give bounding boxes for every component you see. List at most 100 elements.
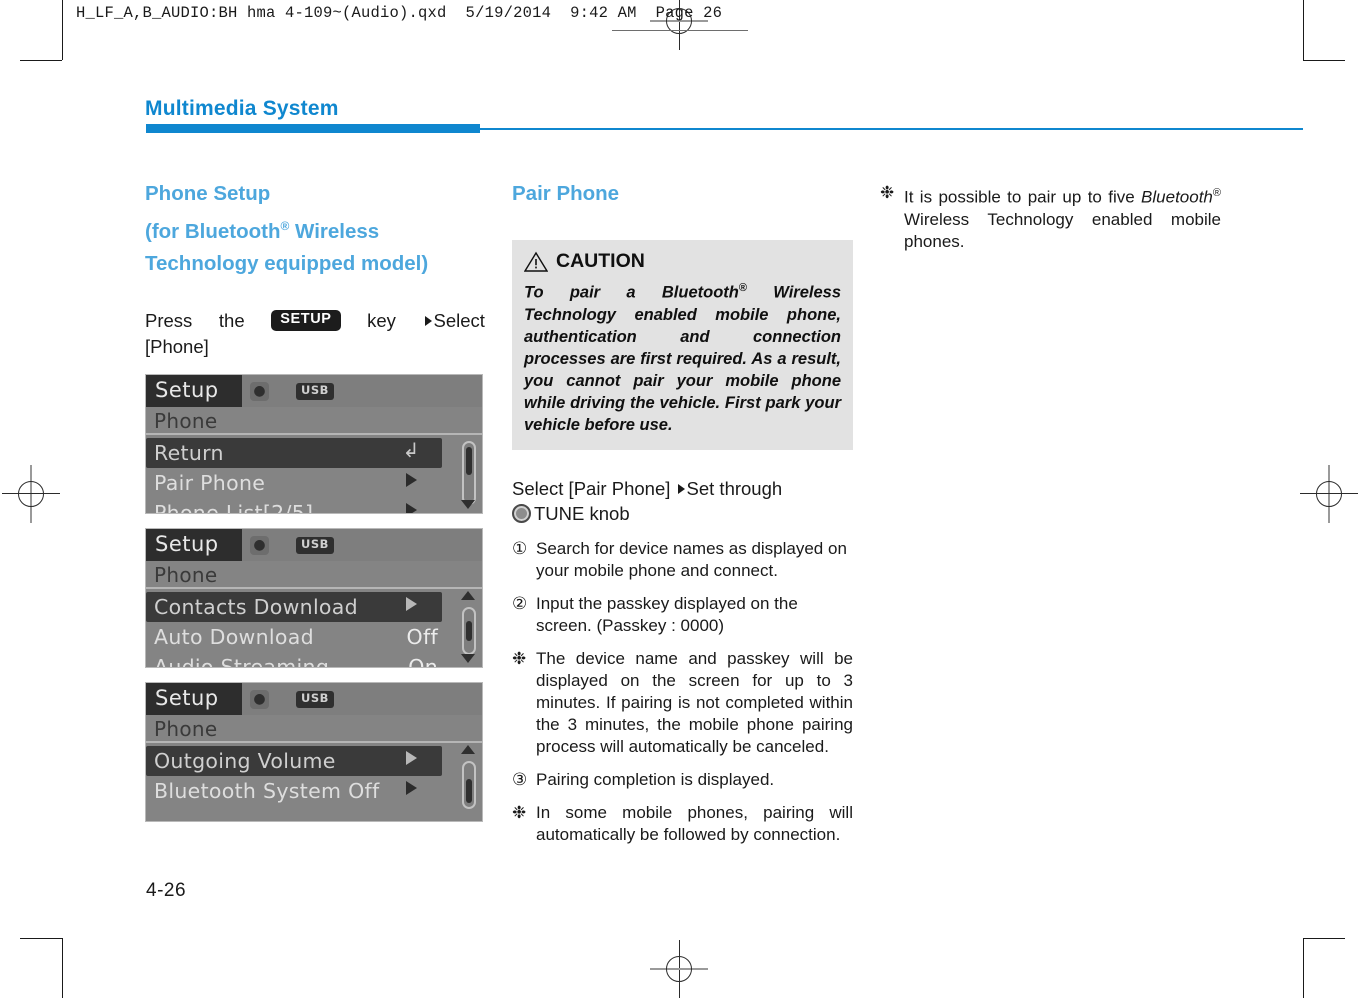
page-title: Multimedia System [145,97,339,120]
list-marker-3: ❉ [512,648,527,668]
scroll-up-arrow-icon[interactable] [461,744,475,754]
scroll-down-arrow-icon[interactable] [461,499,475,509]
select-text-post: TUNE knob [534,502,630,524]
lcd-2-subtitle: Phone [146,561,482,589]
registered-mark: ® [1212,187,1221,199]
trim-mark-bottom-left-horizontal [20,938,62,939]
chevron-right-icon[interactable] [382,776,440,801]
right-notes-list: ❉ It is possible to pair up to five Blue… [880,182,1221,253]
registered-mark: ® [738,282,747,294]
chevron-right-icon[interactable] [382,468,440,493]
scroll-down-arrow-icon[interactable] [461,653,475,663]
list-item: ② Input the passkey displayed on the scr… [512,593,853,637]
registration-mark-bottom [650,940,708,998]
lcd-2-row-auto-download[interactable]: Auto Download Off [146,622,482,652]
lcd-1-title: Setup [146,374,242,407]
page-number: 4-26 [146,880,187,901]
heading-line-1: Phone Setup [145,182,271,205]
list-item: ③ Pairing completion is displayed. [512,769,853,791]
trim-mark-bottom-right-horizontal [1303,938,1345,939]
list-item: ① Search for device names as displayed o… [512,538,853,582]
usb-icon: USB [296,690,334,708]
lcd-2-title: Setup [146,528,242,561]
list-marker-2: ② [512,593,528,613]
lcd-3-scrollbar[interactable] [462,760,476,809]
lcd-1-subtitle: Phone [146,407,482,435]
usb-icon: USB [296,382,334,400]
lcd-2-row-2-value: On [408,654,438,668]
caution-body-text: To pair a Bluetooth® Wireless Technology… [524,282,842,434]
list-text-2: Input the passkey displayed on the scree… [536,593,798,635]
heading-line-3: Technology equipped model) [145,251,429,275]
lcd-2-rows: Contacts Download Auto Download Off Audi… [146,589,482,668]
list-text-5: In some mobile phones, pairing will auto… [536,802,853,844]
lcd-3-rows: Outgoing Volume Bluetooth System Off [146,743,482,806]
press-line-2: [Phone] [145,335,209,357]
bluetooth-icon: ● [250,689,269,709]
select-pair-phone-instruction: Select [Pair Phone] Set through TUNE kno… [512,476,853,526]
lcd-3-titlebar: Setup ● USB [146,682,482,715]
lcd-1-scrollbar[interactable] [462,440,476,505]
press-word-select: Select [433,309,485,331]
chevron-right-icon[interactable] [382,591,440,617]
caution-heading-text: CAUTION [556,250,645,272]
registration-mark-left [2,465,60,523]
header-rule-thick [146,124,480,133]
lcd-2-scrollbar[interactable] [462,606,476,655]
lcd-2-row-1-label: Auto Download [154,624,314,649]
lcd-2-row-audio-streaming[interactable]: Audio Streaming On [146,652,482,668]
trim-mark-top-left-horizontal [20,60,62,61]
column-left: Phone Setup (for Bluetooth® Wireless Tec… [145,178,485,822]
caution-heading: CAUTION [524,250,841,273]
lcd-1-rows: Return ↲ Pair Phone Phone List[2/5] [146,435,482,513]
lcd-screenshot-2: Setup ● USB Phone Contacts Download Auto… [145,527,483,668]
list-item: ❉ In some mobile phones, pairing will au… [512,802,853,846]
lcd-1-scrollbar-thumb[interactable] [466,446,472,475]
lcd-3-subtitle: Phone [146,715,482,743]
trim-mark-bottom-right-vertical [1303,938,1304,998]
list-marker-4: ③ [512,769,528,789]
lcd-2-scrollbar-thumb[interactable] [466,620,472,641]
registration-mark-right [1300,465,1358,523]
arrow-right-icon [424,316,432,327]
return-arrow-icon[interactable]: ↲ [382,437,440,463]
setup-key-badge[interactable]: SETUP [271,310,341,332]
list-marker-1: ① [512,538,528,558]
tune-knob-icon[interactable] [512,503,531,523]
arrow-right-icon [677,484,685,495]
scroll-up-arrow-icon[interactable] [461,590,475,600]
lcd-screenshot-1: Setup ● USB Phone Return ↲ Pair Phone Ph… [145,373,483,514]
chevron-right-icon[interactable] [382,745,440,771]
lcd-3-title: Setup [146,682,242,715]
caution-box: CAUTION To pair a Bluetooth® Wireless Te… [512,240,853,450]
column-middle: Pair Phone CAUTION To pair a Bluetooth® … [512,178,853,857]
lcd-screenshot-3: Setup ● USB Phone Outgoing Volume Blueto… [145,681,483,822]
lcd-2-row-1-value: Off [406,624,438,649]
warning-triangle-icon [524,251,548,272]
bluetooth-icon: ● [250,381,269,401]
select-text-pre: Select [Pair Phone] [512,477,671,499]
bluetooth-icon: ● [250,535,269,555]
pairing-steps-list: ① Search for device names as displayed o… [512,538,853,846]
column-right: ❉ It is possible to pair up to five Blue… [880,178,1221,264]
lcd-2-row-2-label: Audio Streaming [154,654,330,668]
list-text-3: The device name and passkey will be disp… [536,648,853,756]
trim-mark-bottom-left-vertical [62,938,63,998]
list-text-1: Search for device names as displayed on … [536,538,847,580]
header-rule-thin [480,128,1303,130]
trim-mark-top-left-vertical [62,0,63,60]
section-heading-pair-phone: Pair Phone [512,182,620,205]
bluetooth-wordmark: Bluetooth [1141,187,1213,207]
section-heading-phone-setup: Phone Setup (for Bluetooth® Wireless Tec… [145,178,485,280]
list-text-4: Pairing completion is displayed. [536,769,775,789]
trim-mark-top-right-horizontal [1303,60,1345,61]
file-header-underline [612,30,748,31]
lcd-3-scrollbar-thumb[interactable] [466,778,472,803]
trim-mark-top-right-vertical [1303,0,1304,60]
lcd-1-titlebar: Setup ● USB [146,374,482,407]
list-item: ❉ The device name and passkey will be di… [512,648,853,758]
chevron-right-icon[interactable] [382,498,440,513]
select-text-mid: Set through [686,477,783,499]
usb-icon: USB [296,536,334,554]
press-word-key: key [367,309,396,331]
